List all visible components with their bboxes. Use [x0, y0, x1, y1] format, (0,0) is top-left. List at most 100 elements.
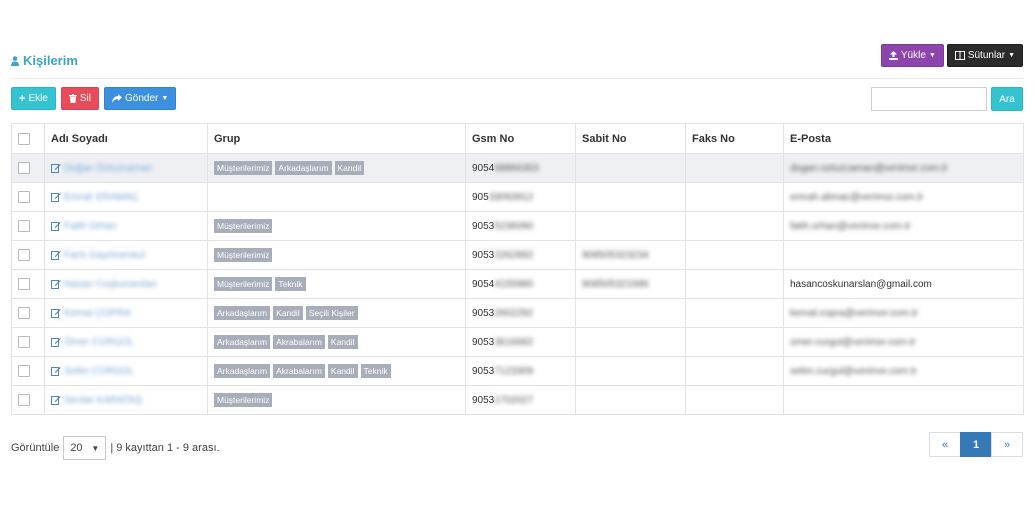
row-select-cell [11, 153, 45, 183]
select-all-checkbox[interactable] [18, 132, 30, 145]
columns-button[interactable]: Sütunlar ▼ [946, 44, 1023, 67]
page-size-value: 20 [70, 442, 83, 454]
delete-button[interactable]: Sil [60, 87, 100, 110]
group-cell: Arkadaşlarım Akrabalarım Kandil Teknik [207, 356, 466, 386]
page-title-text: Kişilerim [23, 53, 78, 68]
gsm-rest: 2602292 [494, 307, 534, 319]
edit-icon[interactable] [51, 250, 61, 260]
gsm-rest: 2262892 [494, 249, 534, 261]
column-header-email[interactable]: E-Posta [783, 123, 1024, 154]
edit-icon[interactable] [51, 395, 61, 405]
contact-name-link[interactable]: Selim CÜRGÜL [64, 366, 134, 377]
table-row[interactable]: Fatih Orhan Müşterilerimiz 90535236090 fati… [11, 211, 1024, 241]
delete-label: Sil [79, 93, 92, 104]
table-row[interactable]: Selim CÜRGÜL Arkadaşlarım Akrabalarım Kandi… [11, 356, 1024, 386]
row-checkbox[interactable] [18, 249, 30, 261]
group-tag: Arkadaşlarım [214, 335, 271, 349]
email-value: hasancoskunarslan@gmail.com [790, 278, 932, 290]
contact-name-link[interactable]: Kemal ÇOPRA [64, 308, 131, 319]
row-checkbox[interactable] [18, 220, 30, 232]
contact-name-link[interactable]: Fatih Orhan [64, 221, 117, 232]
email-cell [783, 240, 1024, 270]
edit-icon[interactable] [51, 221, 61, 231]
row-select-cell [11, 269, 45, 299]
user-icon [11, 55, 19, 66]
gsm-cell: 90533093912 [465, 182, 576, 212]
column-header-fax[interactable]: Faks No [685, 123, 784, 154]
edit-icon[interactable] [51, 279, 61, 289]
column-header-name[interactable]: Adı Soyadı [44, 123, 208, 154]
search-input[interactable] [871, 87, 987, 111]
upload-button[interactable]: Yükle ▼ [880, 44, 944, 67]
gsm-prefix: 9053 [472, 394, 495, 406]
edit-icon[interactable] [51, 366, 61, 376]
email-cell: selim.curgul@verimor.com.tr [783, 356, 1024, 386]
group-tag: Kandil [273, 306, 303, 320]
phone-cell [575, 385, 686, 415]
column-header-gsm[interactable]: Gsm No [465, 123, 576, 154]
table-row[interactable]: Faris Gayrimenkul Müşterilerimiz 905322628… [11, 240, 1024, 270]
group-tag: Müşterilerimiz [214, 248, 273, 262]
email-cell: hasancoskunarslan@gmail.com [783, 269, 1024, 299]
table-row[interactable]: Serdar KARATAŞ Müşterilerimiz 90531702027 [11, 385, 1024, 415]
name-cell: Selim CÜRGÜL [44, 356, 208, 386]
row-checkbox[interactable] [18, 191, 30, 203]
name-cell: Ömer CÜRGÜL [44, 327, 208, 357]
add-button[interactable]: + Ekle [11, 87, 56, 110]
email-value: fatih.orhan@verimor.com.tr [790, 220, 911, 232]
contact-name-link[interactable]: Emrah ERAMAÇ [64, 192, 139, 203]
column-header-group[interactable]: Grup [207, 123, 466, 154]
row-checkbox[interactable] [18, 336, 30, 348]
table-row[interactable]: Ömer CÜRGÜL Arkadaşlarım Akrabalarım Kandil… [11, 327, 1024, 357]
edit-icon[interactable] [51, 192, 61, 202]
next-page-button[interactable]: » [991, 432, 1023, 457]
row-checkbox[interactable] [18, 307, 30, 319]
column-header-phone[interactable]: Sabit No [575, 123, 686, 154]
table-row[interactable]: Doğan Öztuzcaman Müşterilerimiz Arkadaşlar… [11, 153, 1024, 183]
group-tag: Teknik [360, 364, 391, 378]
contact-name-link[interactable]: Doğan Öztuzcaman [64, 163, 152, 174]
contact-name-link[interactable]: Faris Gayrimenkul [64, 250, 145, 261]
row-checkbox[interactable] [18, 162, 30, 174]
phone-cell [575, 211, 686, 241]
page-1-button[interactable]: 1 [960, 432, 992, 457]
gsm-prefix: 9054 [472, 278, 495, 290]
chevron-down-icon: ▼ [928, 52, 936, 59]
name-cell: Hasan Coşkunarslan [44, 269, 208, 299]
row-checkbox[interactable] [18, 278, 30, 290]
fax-cell [685, 356, 784, 386]
search-button[interactable]: Ara [991, 87, 1023, 111]
name-cell: Doğan Öztuzcaman [44, 153, 208, 183]
email-cell: fatih.orhan@verimor.com.tr [783, 211, 1024, 241]
chevron-down-icon: ▼ [161, 95, 169, 102]
edit-icon[interactable] [51, 163, 61, 173]
group-cell: Müşterilerimiz [207, 385, 466, 415]
group-tag: Müşterilerimiz [214, 219, 273, 233]
gsm-prefix: 905 [472, 191, 489, 203]
action-toolbar: + Ekle Sil Gönder ▼ [11, 87, 177, 110]
contact-name-link[interactable]: Ömer CÜRGÜL [64, 337, 134, 348]
contact-name-link[interactable]: Serdar KARATAŞ [64, 395, 142, 406]
row-checkbox[interactable] [18, 365, 30, 377]
edit-icon[interactable] [51, 337, 61, 347]
table-row[interactable]: Kemal ÇOPRA Arkadaşlarım Kandil Seçili Kişi… [11, 298, 1024, 328]
row-select-cell [11, 298, 45, 328]
send-button[interactable]: Gönder ▼ [104, 87, 177, 110]
row-checkbox[interactable] [18, 394, 30, 406]
table-row[interactable]: Emrah ERAMAÇ 90533093912 emrah.alimac@veri… [11, 182, 1024, 212]
edit-icon[interactable] [51, 308, 61, 318]
page-header: Kişilerim Yükle ▼ Sütunlar ▼ [11, 44, 1023, 79]
row-select-cell [11, 385, 45, 415]
gsm-cell: 90533616682 [465, 327, 576, 357]
contact-name-link[interactable]: Hasan Coşkunarslan [64, 279, 157, 290]
group-cell: Arkadaşlarım Akrabalarım Kandil [207, 327, 466, 357]
phone-cell: 908505321586 [575, 269, 686, 299]
prev-page-button[interactable]: « [929, 432, 961, 457]
group-tag: Arkadaşlarım [214, 364, 271, 378]
name-cell: Serdar KARATAŞ [44, 385, 208, 415]
email-cell: dogan.oztuzcaman@verimor.com.tr [783, 153, 1024, 183]
table-row[interactable]: Hasan Coşkunarslan Müşterilerimiz Teknik 90… [11, 269, 1024, 299]
phone-value: 908505321586 [582, 278, 649, 290]
page-size-select[interactable]: 20 ▼ [63, 436, 107, 460]
gsm-rest: 33093912 [488, 191, 534, 203]
